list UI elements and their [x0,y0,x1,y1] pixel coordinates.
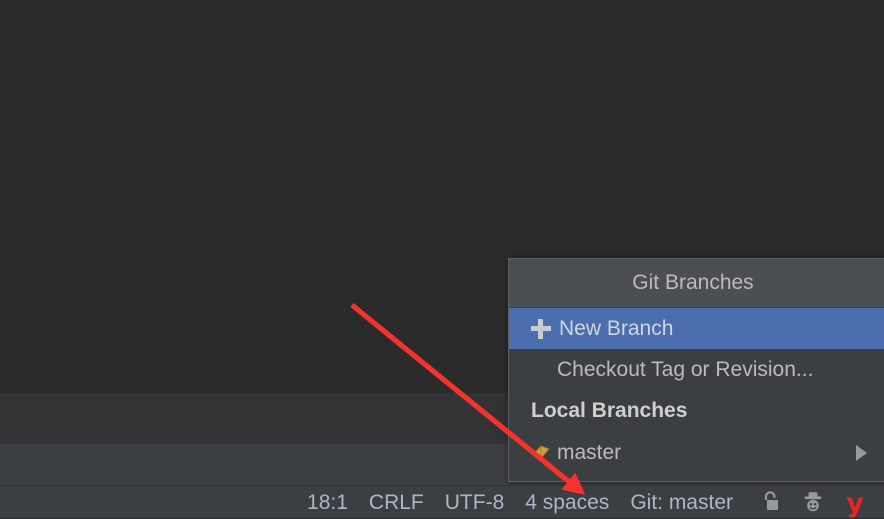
menu-item-label: Checkout Tag or Revision... [557,357,814,381]
chevron-right-icon [856,444,867,461]
plus-icon [531,318,551,339]
yandex-plugin-icon[interactable]: y [838,486,872,519]
status-encoding[interactable]: UTF-8 [445,486,505,519]
status-line-separator[interactable]: CRLF [369,486,424,519]
unlocked-padlock-icon[interactable] [754,486,788,519]
menu-item-checkout-tag-or-revision[interactable]: Checkout Tag or Revision... [509,349,884,390]
popup-title: Git Branches [632,271,754,294]
status-indent[interactable]: 4 spaces [525,486,609,519]
popup-menu-list[interactable]: New Branch Checkout Tag or Revision... L… [509,308,884,473]
status-bar: 18:1 CRLF UTF-8 4 spaces Git: master y [0,485,884,518]
inspection-detective-icon[interactable] [796,486,830,519]
menu-section-label: Local Branches [531,399,688,422]
menu-section-local-branches: Local Branches [509,390,884,432]
status-caret-position[interactable]: 18:1 [307,486,348,519]
menu-item-label: New Branch [559,316,674,340]
branch-icon [532,445,550,459]
popup-header: Git Branches [509,259,884,308]
status-vcs-branch[interactable]: Git: master [630,486,733,519]
menu-item-new-branch[interactable]: New Branch [509,308,884,349]
git-branches-popup[interactable]: Git Branches New Branch Checkout Tag or … [508,258,884,482]
menu-item-label: master [557,440,622,464]
yandex-plugin-glyph: y [846,487,864,519]
menu-item-branch-master[interactable]: master [509,432,884,473]
ide-window: Git Branches New Branch Checkout Tag or … [0,0,884,518]
